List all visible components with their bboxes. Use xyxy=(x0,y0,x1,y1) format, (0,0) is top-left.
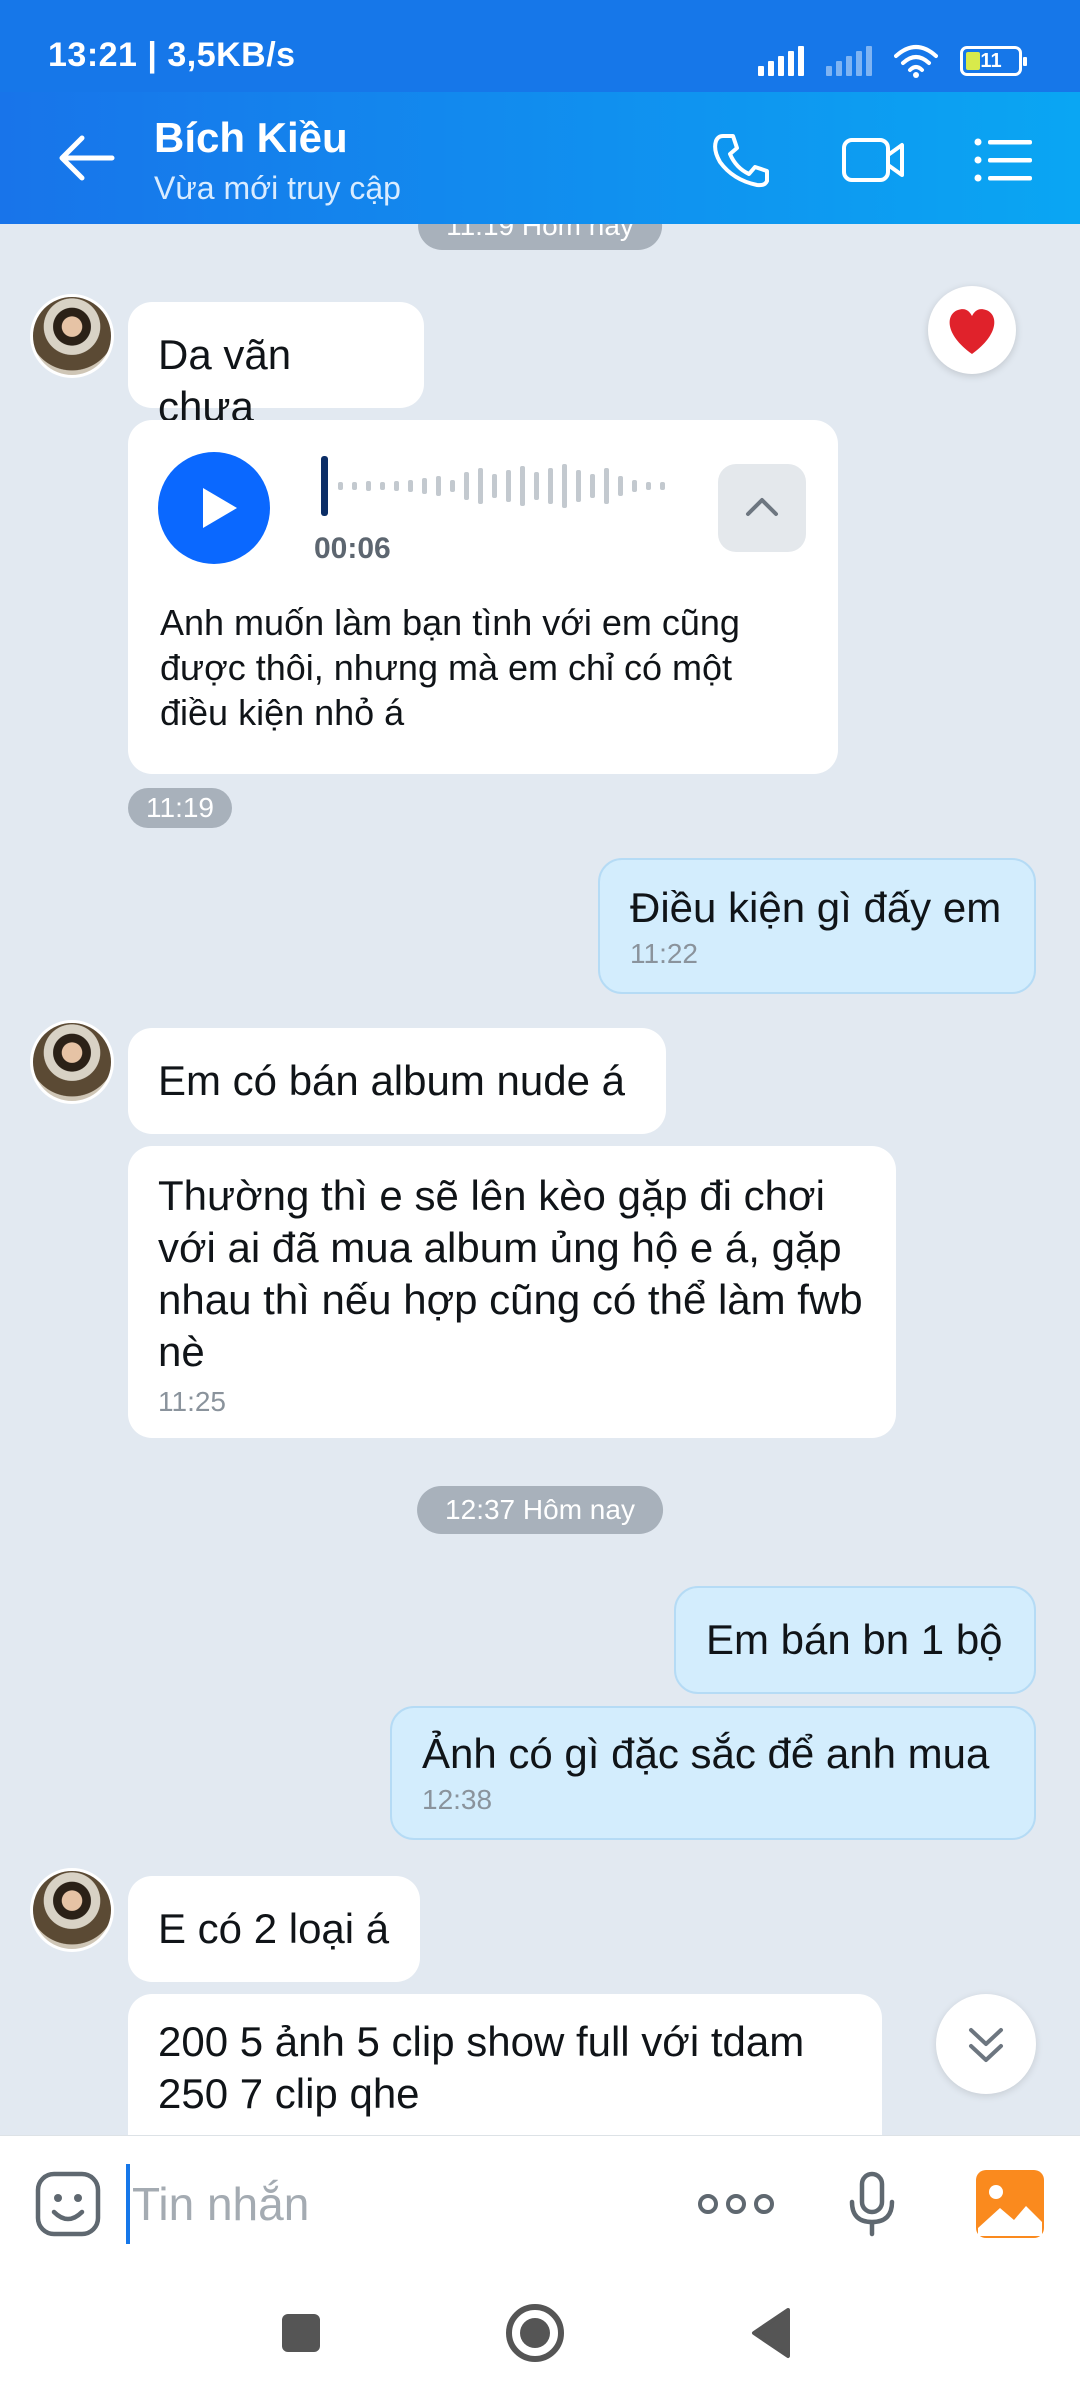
status-bar: 13:21 | 3,5KB/s 11 xyxy=(0,0,1080,92)
signal-no-service-icon xyxy=(826,46,872,76)
message-list[interactable]: 11:19 Hôm nay Da vãn chưa 00:06 Anh muốn… xyxy=(0,224,1080,2135)
contact-status: Vừa mới truy cập xyxy=(154,170,401,206)
signal-icon xyxy=(758,46,804,76)
video-camera-icon[interactable] xyxy=(838,130,908,190)
list-menu-icon[interactable] xyxy=(968,130,1038,190)
system-navigation-bar xyxy=(0,2270,1080,2400)
gallery-icon[interactable] xyxy=(974,2168,1046,2240)
back-nav-icon[interactable] xyxy=(736,2298,806,2368)
message-text: Điều kiện gì đấy em xyxy=(630,884,1002,931)
message-text: Thường thì e sẽ lên kèo gặp đi chơi với … xyxy=(158,1172,863,1375)
battery-level: 11 xyxy=(980,49,1002,72)
message-bubble-sent[interactable]: Em bán bn 1 bộ xyxy=(674,1586,1036,1694)
avatar[interactable] xyxy=(30,294,114,378)
message-bubble-received[interactable]: Thường thì e sẽ lên kèo gặp đi chơi với … xyxy=(128,1146,896,1438)
back-arrow-icon[interactable] xyxy=(52,128,122,188)
message-input[interactable] xyxy=(126,2164,646,2244)
voice-message-bubble[interactable]: 00:06 Anh muốn làm bạn tình với em cũng … xyxy=(128,420,838,774)
message-bubble-sent[interactable]: Điều kiện gì đấy em 11:22 xyxy=(598,858,1036,994)
message-text: Da vãn chưa xyxy=(158,331,292,430)
message-time: 11:19 xyxy=(128,788,232,828)
battery-icon: 11 xyxy=(960,46,1027,76)
chat-header: Bích Kiều Vừa mới truy cập xyxy=(0,92,1080,224)
message-text-line: 200 5 ảnh 5 clip show full với tdam xyxy=(158,2018,805,2065)
recent-apps-icon[interactable] xyxy=(266,2298,336,2368)
message-text: Ảnh có gì đặc sắc để anh mua xyxy=(422,1730,990,1777)
message-bubble-received[interactable]: E có 2 loại á xyxy=(128,1876,420,1982)
avatar[interactable] xyxy=(30,1868,114,1952)
message-bubble-received[interactable]: Em có bán album nude á xyxy=(128,1028,666,1134)
message-text-line: 250 7 clip qhe xyxy=(158,2070,420,2117)
audio-waveform[interactable] xyxy=(318,450,678,522)
contact-name[interactable]: Bích Kiều xyxy=(154,114,348,162)
home-icon[interactable] xyxy=(500,2298,570,2368)
voice-duration: 00:06 xyxy=(314,532,391,565)
status-icons: 11 xyxy=(758,40,1027,82)
more-dots-icon[interactable] xyxy=(696,2168,776,2240)
message-time: 11:22 xyxy=(630,938,698,969)
message-text: Em bán bn 1 bộ xyxy=(706,1616,1003,1663)
scroll-to-bottom-button[interactable] xyxy=(936,1994,1036,2094)
microphone-icon[interactable] xyxy=(836,2168,908,2240)
avatar[interactable] xyxy=(30,1020,114,1104)
message-text: Em có bán album nude á xyxy=(158,1057,625,1104)
message-time: 11:25 xyxy=(158,1386,226,1417)
collapse-transcript-button[interactable] xyxy=(718,464,806,552)
chevron-up-icon xyxy=(746,498,778,516)
heart-reaction-button[interactable] xyxy=(928,286,1016,374)
chevron-double-down-icon xyxy=(969,2028,1003,2062)
heart-icon xyxy=(949,309,995,354)
status-time-speed: 13:21 | 3,5KB/s xyxy=(48,36,296,74)
date-chip: 12:37 Hôm nay xyxy=(417,1486,663,1534)
voice-transcript: Anh muốn làm bạn tình với em cũng được t… xyxy=(160,602,740,733)
emoji-icon[interactable] xyxy=(32,2168,104,2240)
message-time: 12:38 xyxy=(422,1784,493,1815)
composer-bar xyxy=(0,2135,1080,2270)
wifi-icon xyxy=(894,45,938,78)
message-bubble-received[interactable]: Da vãn chưa xyxy=(128,302,424,430)
message-bubble-sent[interactable]: Ảnh có gì đặc sắc để anh mua 12:38 xyxy=(390,1706,1036,1840)
play-button[interactable] xyxy=(158,452,270,564)
message-text: E có 2 loại á xyxy=(158,1905,390,1952)
phone-icon[interactable] xyxy=(705,130,775,190)
date-chip: 11:19 Hôm nay xyxy=(418,224,662,250)
message-bubble-received[interactable]: 200 5 ảnh 5 clip show full với tdam 250 … xyxy=(128,1994,882,2135)
